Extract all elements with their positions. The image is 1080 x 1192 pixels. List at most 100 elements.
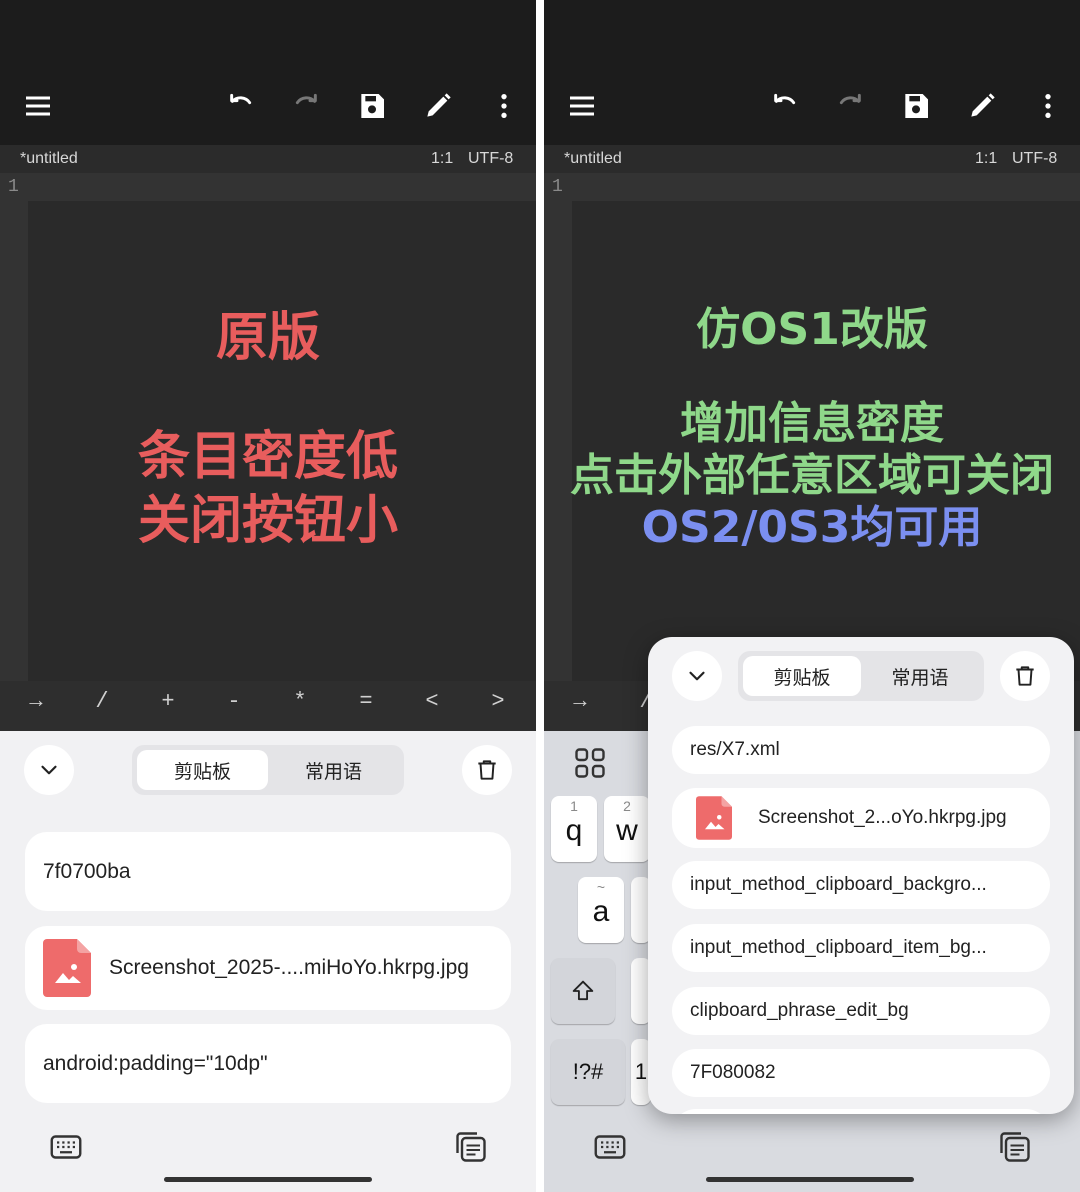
clipboard-popup: 剪贴板 常用语 res/X7.xml Screenshot_2...oYo.hk…	[648, 637, 1074, 1114]
original-screenshot-panel: *untitled 1:1 UTF-8 1 原版 条目密度低 关闭按钮小 → /…	[0, 0, 536, 1192]
key-label: !?#	[572, 1059, 604, 1084]
symbol-key[interactable]: →	[560, 689, 600, 714]
clipboard-item-text: 7F080082	[690, 1062, 776, 1083]
clipboard-tab-switch: 剪贴板 常用语	[132, 745, 404, 795]
clipboard-item[interactable]: clipboard_phrase_edit_bg	[672, 987, 1050, 1035]
clear-clipboard-button[interactable]	[462, 745, 512, 795]
clipboard-panel: 剪贴板 常用语 7f0700ba Screenshot_2025-....miH…	[0, 731, 536, 1192]
key-w[interactable]: 2 w	[604, 796, 650, 862]
edit-pencil-icon[interactable]	[418, 86, 458, 126]
collapse-button[interactable]	[24, 745, 74, 795]
editor-toolbar	[544, 0, 1080, 145]
clipboard-item-text: 7f0700ba	[43, 859, 131, 883]
text-editor-area[interactable]: 1 原版 条目密度低 关闭按钮小	[0, 173, 536, 681]
clear-clipboard-button[interactable]	[1000, 651, 1050, 701]
collapse-button[interactable]	[672, 651, 722, 701]
clipboard-item-text: res/X7.xml	[690, 739, 780, 760]
text-editor-area[interactable]: 1 仿OS1改版 增加信息密度 点击外部任意区域可关闭 OS2/0S3均可用	[544, 173, 1080, 681]
undo-icon[interactable]	[221, 86, 261, 126]
apps-grid-icon[interactable]	[570, 743, 610, 783]
shift-key[interactable]	[551, 958, 615, 1024]
clipboard-item[interactable]: 7f0700ba	[25, 832, 511, 911]
file-name: *untitled	[564, 150, 622, 167]
annotation-line-2: 点击外部任意区域可关闭	[570, 450, 1054, 501]
file-name: *untitled	[20, 150, 78, 167]
key-label: a	[592, 895, 610, 928]
clipboard-icon[interactable]	[995, 1127, 1035, 1167]
key-hint: 1	[570, 798, 578, 814]
home-indicator[interactable]	[706, 1177, 914, 1182]
key-hint: ~	[596, 879, 606, 895]
key-a[interactable]: ~ a	[578, 877, 624, 943]
key-hint: 2	[623, 798, 631, 814]
key-label: w	[616, 814, 638, 847]
editor-toolbar	[0, 0, 536, 145]
clipboard-item[interactable]: 7F080082	[672, 1049, 1050, 1097]
current-line-highlight	[572, 173, 1080, 201]
edit-pencil-icon[interactable]	[962, 86, 1002, 126]
save-icon[interactable]	[352, 86, 392, 126]
keyboard-icon[interactable]	[590, 1127, 630, 1167]
annotation-line-1: 增加信息密度	[680, 398, 944, 449]
tab-clipboard[interactable]: 剪贴板	[137, 750, 268, 790]
modified-screenshot-panel: *untitled 1:1 UTF-8 1 仿OS1改版 增加信息密度 点击外部…	[544, 0, 1080, 1192]
image-file-icon	[696, 796, 732, 840]
clipboard-item-text: Screenshot_2025-....miHoYo.hkrpg.jpg	[109, 956, 469, 979]
file-encoding[interactable]: UTF-8	[1012, 150, 1057, 168]
clipboard-item[interactable]: input_method_clipboard_item_bg...	[672, 924, 1050, 972]
menu-icon[interactable]	[562, 86, 602, 126]
redo-icon[interactable]	[286, 86, 326, 126]
clipboard-icon[interactable]	[451, 1127, 491, 1167]
line-number: 1	[8, 177, 19, 197]
key-q[interactable]: 1 q	[551, 796, 597, 862]
clipboard-item-image[interactable]: Screenshot_2025-....miHoYo.hkrpg.jpg	[25, 926, 511, 1010]
chevron-down-icon	[41, 765, 57, 775]
redo-icon[interactable]	[830, 86, 870, 126]
keyboard-icon[interactable]	[46, 1127, 86, 1167]
clipboard-item[interactable]: input_method_clipboard_backgro...	[672, 861, 1050, 909]
more-options-icon[interactable]	[1028, 86, 1068, 126]
line-number: 1	[552, 177, 563, 197]
clipboard-item-text: input_method_clipboard_backgro...	[690, 874, 987, 895]
symbol-shortcut-bar: → / + - * = < >	[0, 681, 536, 731]
home-indicator[interactable]	[164, 1177, 372, 1182]
tab-phrases[interactable]: 常用语	[268, 750, 399, 790]
symbol-key[interactable]: <	[412, 689, 452, 714]
clipboard-item[interactable]: android:padding="10dp"	[25, 1024, 511, 1103]
symbol-key[interactable]: /	[82, 689, 122, 714]
clipboard-item-text: input_method_clipboard_item_bg...	[690, 937, 987, 958]
symbol-key[interactable]: -	[214, 689, 254, 714]
shift-arrow-icon	[572, 980, 594, 1001]
menu-icon[interactable]	[18, 86, 58, 126]
clipboard-item[interactable]: res/X7.xml	[672, 726, 1050, 774]
save-icon[interactable]	[896, 86, 936, 126]
clipboard-item-partial[interactable]	[672, 1109, 1050, 1114]
undo-icon[interactable]	[765, 86, 805, 126]
annotation-title: 原版	[215, 308, 320, 368]
symbol-key[interactable]: >	[478, 689, 518, 714]
editor-status-bar: *untitled 1:1 UTF-8	[544, 145, 1080, 173]
annotation-line-3: OS2/0S3均可用	[641, 502, 983, 553]
trash-icon	[1016, 666, 1034, 686]
clipboard-item-image[interactable]: Screenshot_2...oYo.hkrpg.jpg	[672, 788, 1050, 848]
tab-phrases[interactable]: 常用语	[861, 656, 979, 696]
trash-icon	[478, 760, 496, 780]
symbol-key[interactable]: *	[280, 689, 320, 714]
file-encoding[interactable]: UTF-8	[468, 150, 513, 168]
clipboard-item-text: android:padding="10dp"	[43, 1051, 268, 1075]
image-file-icon	[43, 939, 91, 997]
cursor-position: 1:1	[431, 150, 454, 167]
editor-status-bar: *untitled 1:1 UTF-8	[0, 145, 536, 173]
annotation-line-1: 条目密度低	[137, 427, 398, 487]
symbol-key[interactable]: →	[16, 689, 56, 714]
symbols-key[interactable]: !?#	[551, 1039, 625, 1105]
chevron-down-icon	[689, 671, 705, 681]
symbol-key[interactable]: +	[148, 689, 188, 714]
tab-clipboard[interactable]: 剪贴板	[743, 656, 861, 696]
clipboard-item-text: clipboard_phrase_edit_bg	[690, 1000, 909, 1021]
clipboard-item-text: Screenshot_2...oYo.hkrpg.jpg	[758, 807, 1007, 828]
key-label: q	[565, 814, 583, 847]
current-line-highlight	[28, 173, 536, 201]
symbol-key[interactable]: =	[346, 689, 386, 714]
more-options-icon[interactable]	[484, 86, 524, 126]
